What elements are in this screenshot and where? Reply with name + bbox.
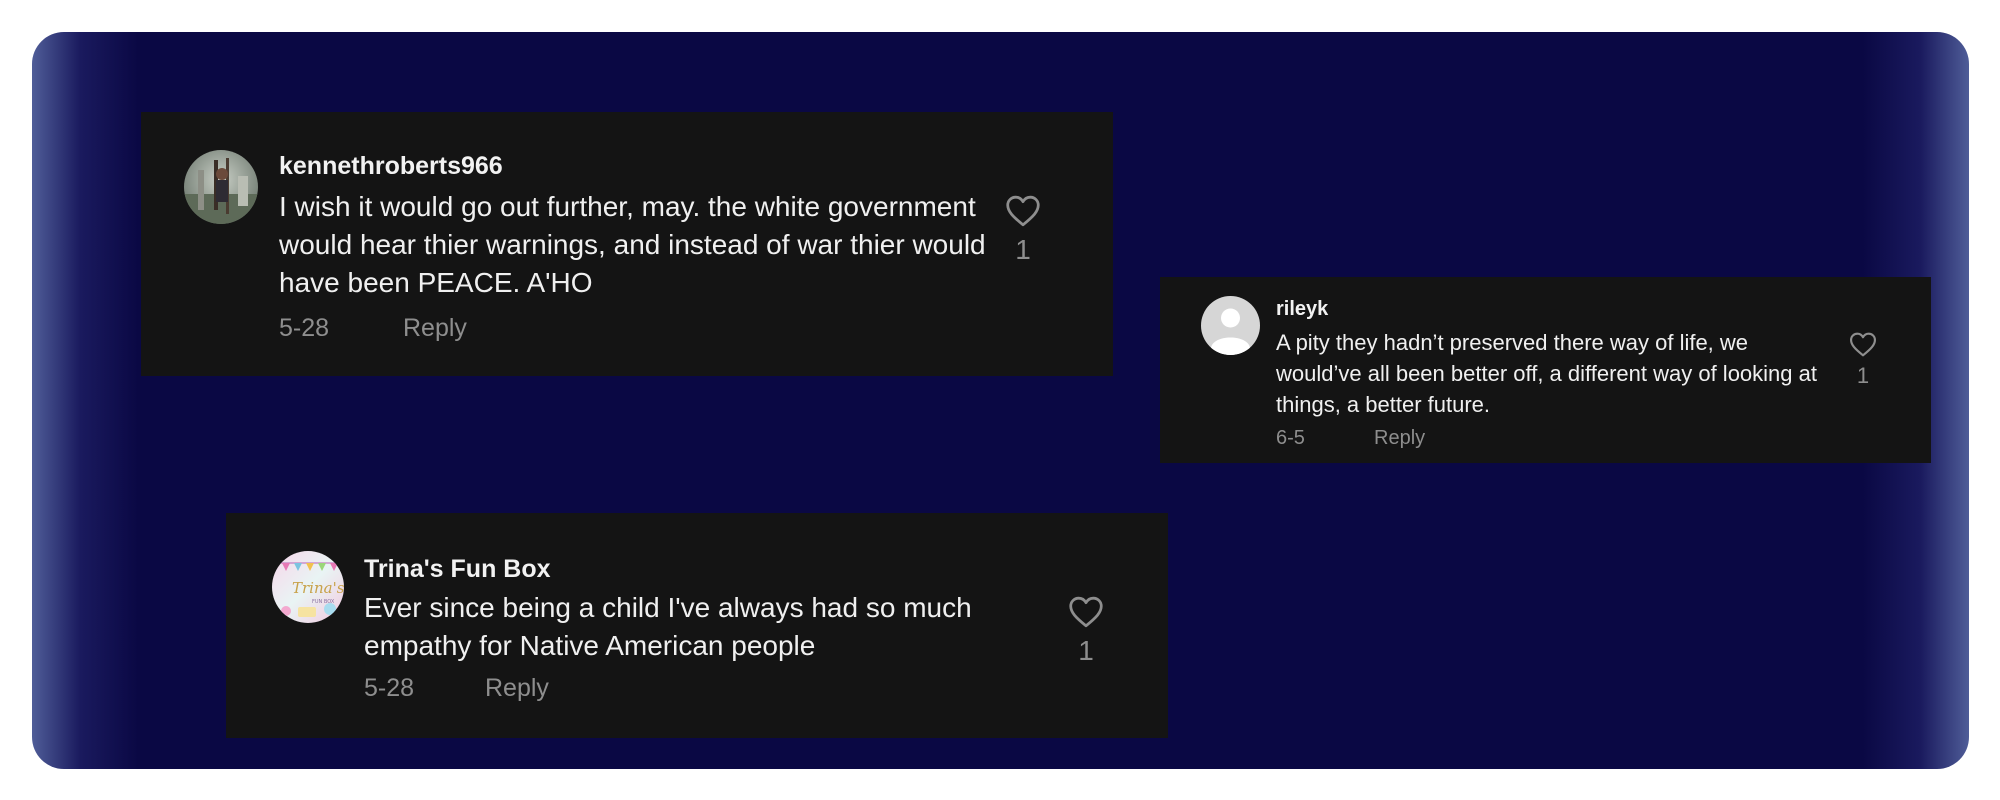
logo-text: Trina's	[292, 579, 344, 597]
comment-username[interactable]: rileyk	[1276, 298, 1328, 321]
comment-date: 5-28	[279, 314, 330, 342]
default-user-avatar-icon	[1201, 296, 1260, 355]
comment-text: I wish it would go out further, may. the…	[279, 191, 986, 298]
like-count: 1	[1856, 363, 1870, 388]
reply-button[interactable]: Reply	[485, 674, 549, 703]
comment-card: kennethroberts966 I wish it would go out…	[141, 112, 1113, 376]
heart-icon[interactable]	[1005, 195, 1041, 227]
comment-card: Trina's FUN BOX Trina's Fun Box Ever sin…	[226, 513, 1168, 738]
logo-avatar-icon: Trina's FUN BOX	[272, 551, 344, 623]
photo-avatar-icon	[184, 150, 258, 224]
like-count: 1	[1015, 234, 1031, 265]
user-avatar[interactable]	[1201, 296, 1260, 355]
comment-username[interactable]: kennethroberts966	[279, 152, 503, 181]
heart-icon[interactable]	[1849, 332, 1877, 357]
comment-text: Ever since being a child I've always had…	[364, 592, 972, 661]
comments-background: kennethroberts966 I wish it would go out…	[32, 32, 1969, 769]
heart-icon[interactable]	[1068, 596, 1104, 628]
comment-date: 5-28	[364, 674, 415, 702]
like-count: 1	[1078, 635, 1094, 666]
reply-button[interactable]: Reply	[1374, 427, 1425, 450]
user-avatar[interactable]: Trina's FUN BOX	[272, 551, 344, 623]
user-avatar[interactable]	[184, 150, 258, 224]
comment-username[interactable]: Trina's Fun Box	[364, 555, 551, 584]
reply-button[interactable]: Reply	[403, 314, 467, 343]
comment-card: rileyk A pity they hadn’t preserved ther…	[1160, 277, 1931, 463]
comment-date: 6-5	[1276, 427, 1305, 449]
comment-text: A pity they hadn’t preserved there way o…	[1276, 330, 1817, 417]
